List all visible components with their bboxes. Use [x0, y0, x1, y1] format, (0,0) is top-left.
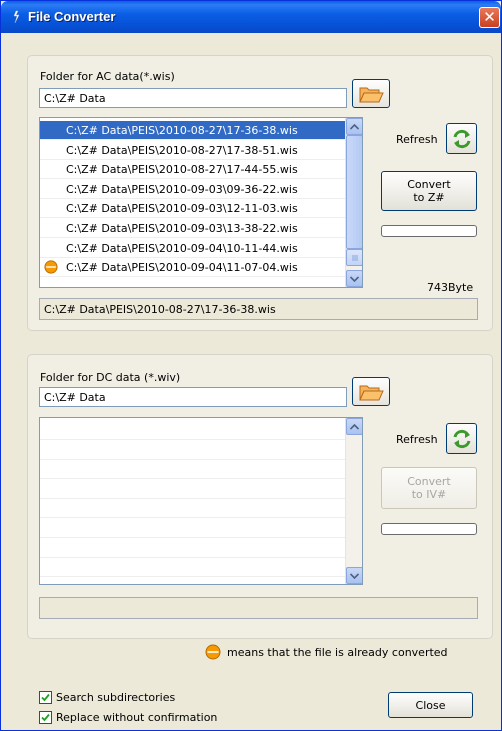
ac-folder-label: Folder for AC data(*.wis) [40, 70, 175, 83]
close-button[interactable]: Close [388, 692, 473, 718]
list-item[interactable]: C:\Z# Data\PEIS\2010-08-27\17-38-51.wis [40, 141, 346, 160]
close-icon: ✕ [483, 8, 496, 26]
grip-icon [351, 255, 358, 260]
list-item[interactable]: C:\Z# Data\PEIS\2010-08-27\17-36-38.wis [40, 121, 346, 140]
chevron-up-icon [350, 423, 359, 430]
converted-dot-icon [205, 644, 221, 660]
ac-selected-path: C:\Z# Data\PEIS\2010-08-27\17-36-38.wis [39, 298, 478, 320]
list-item[interactable]: C:\Z# Data\PEIS\2010-08-27\17-44-55.wis [40, 160, 346, 180]
converted-dot-icon [44, 260, 58, 274]
replace-without-confirmation-checkbox[interactable] [39, 711, 52, 724]
convert-label-line2: to IV# [411, 488, 447, 501]
list-item[interactable]: C:\Z# Data\PEIS\2010-09-04\10-11-44.wis [40, 239, 346, 258]
legend-text: means that the file is already converted [227, 646, 448, 659]
scroll-thumb[interactable] [346, 135, 362, 249]
dc-progress-bar [381, 523, 477, 535]
dc-browse-folder-button[interactable] [352, 377, 390, 406]
chevron-up-icon [350, 123, 359, 130]
ac-browse-folder-button[interactable] [352, 79, 390, 108]
refresh-arrows-icon [453, 429, 470, 448]
list-item[interactable] [40, 480, 346, 499]
scroll-up-button[interactable] [346, 418, 362, 435]
dc-file-list[interactable] [39, 417, 363, 585]
folder-open-icon [359, 385, 384, 400]
list-item[interactable] [40, 539, 346, 558]
title-bar[interactable]: File Converter ✕ [1, 1, 501, 33]
convert-label-line1: Convert [407, 475, 451, 488]
convert-label-line2: to Z# [413, 191, 445, 204]
window-title: File Converter [28, 9, 116, 24]
list-item[interactable] [40, 499, 346, 519]
convert-to-z-button[interactable]: Convert to Z# [381, 171, 477, 211]
dc-refresh-label: Refresh [396, 433, 438, 446]
list-item[interactable] [40, 421, 346, 440]
dc-refresh-button[interactable] [446, 423, 477, 454]
dc-folder-label: Folder for DC data (*.wiv) [40, 371, 181, 384]
list-item[interactable]: C:\Z# Data\PEIS\2010-09-04\11-07-04.wis [40, 258, 346, 278]
chevron-down-icon [350, 572, 359, 579]
convert-label-line1: Convert [407, 178, 451, 191]
app-icon [13, 10, 20, 24]
list-item[interactable]: C:\Z# Data\PEIS\2010-09-03\13-38-22.wis [40, 219, 346, 238]
dc-folder-input[interactable]: C:\Z# Data [39, 387, 347, 407]
dc-list-scrollbar[interactable] [345, 418, 362, 584]
scroll-up-button[interactable] [346, 118, 362, 135]
list-item[interactable] [40, 441, 346, 460]
chevron-down-icon [350, 275, 359, 282]
list-item[interactable] [40, 519, 346, 538]
file-converter-window: File Converter ✕ Folder for AC data(*.wi… [0, 0, 502, 731]
checkmark-icon [41, 713, 50, 722]
ac-refresh-label: Refresh [396, 133, 438, 146]
scroll-grip[interactable] [346, 249, 362, 266]
search-subdirectories-checkbox[interactable] [39, 691, 52, 704]
ac-folder-input[interactable]: C:\Z# Data [39, 88, 347, 108]
refresh-arrows-icon [453, 129, 470, 148]
list-item[interactable] [40, 460, 346, 480]
convert-to-iv-button[interactable]: Convert to IV# [381, 467, 477, 509]
ac-refresh-button[interactable] [446, 123, 477, 154]
window-close-button[interactable]: ✕ [479, 7, 500, 28]
scroll-down-button[interactable] [346, 270, 362, 287]
dc-selected-path [39, 597, 478, 619]
folder-open-icon [359, 87, 384, 102]
list-item[interactable]: C:\Z# Data\PEIS\2010-09-03\12-11-03.wis [40, 199, 346, 219]
search-subdirectories-label[interactable]: Search subdirectories [56, 691, 175, 704]
ac-list-scrollbar[interactable] [345, 118, 362, 287]
ac-progress-bar [381, 225, 477, 237]
scroll-down-button[interactable] [346, 567, 362, 584]
checkmark-icon [41, 693, 50, 702]
list-item[interactable] [40, 558, 346, 578]
list-item[interactable]: C:\Z# Data\PEIS\2010-09-03\09-36-22.wis [40, 180, 346, 199]
ac-file-list[interactable]: C:\Z# Data\PEIS\2010-08-27\17-36-38.wis C… [39, 117, 363, 288]
ac-file-size: 743Byte [427, 281, 474, 294]
list-item-label: C:\Z# Data\PEIS\2010-09-04\11-07-04.wis [66, 261, 298, 275]
replace-without-confirmation-label[interactable]: Replace without confirmation [56, 711, 217, 724]
